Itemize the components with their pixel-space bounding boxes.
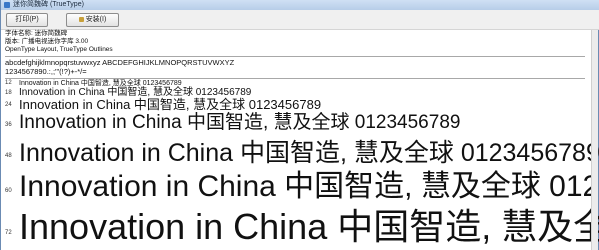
size-label: 12 [5,80,12,86]
size-label: 60 [5,188,12,194]
divider [5,56,585,57]
size-label: 36 [5,122,12,128]
install-shield-icon [78,17,84,22]
vertical-scrollbar[interactable] [591,30,598,250]
sample-text: Innovation in China 中国智造, 慧及全球 012345678… [19,112,461,133]
charset-letters: abcdefghijklmnopqrstuvwxyz ABCDEFGHIJKLM… [5,58,235,67]
size-label: 24 [5,102,12,108]
sample-text: Innovation in China 中国智造, 慧及全球 012345678… [19,139,599,167]
font-version-line: 版本: 广播电视迷你字库 3.00 [5,38,89,45]
window-title: 迷你简魏碑 (TrueType) [13,1,84,8]
font-type-line: OpenType Layout, TrueType Outlines [5,46,113,53]
sample-text: Innovation in China 中国智造, 慧及全球 012345678… [19,170,599,203]
size-label: 72 [5,230,12,236]
install-button[interactable]: 安装(I) [66,13,119,27]
font-file-icon [4,2,10,8]
print-button[interactable]: 打印(P) [6,13,48,27]
size-label: 18 [5,90,12,96]
sample-text: Innovation in China 中国智造, 慧及全球 012345678… [19,97,322,112]
toolbar: 打印(P) 安装(I) [1,10,599,30]
font-name-line: 字体名称: 迷你简魏碑 [5,30,68,37]
charset-digits-symbols: 1234567890.:,;'"(!?)+-*/= [5,67,87,76]
print-button-label: 打印(P) [15,16,39,23]
sample-text: Innovation in China 中国智造, 慧及全球 012345678… [19,206,599,247]
size-label: 48 [5,153,12,159]
font-viewer-window: 迷你简魏碑 (TrueType) 打印(P) 安装(I) 字体名称: 迷你简魏碑… [0,0,599,250]
install-button-label: 安装(I) [85,16,107,23]
